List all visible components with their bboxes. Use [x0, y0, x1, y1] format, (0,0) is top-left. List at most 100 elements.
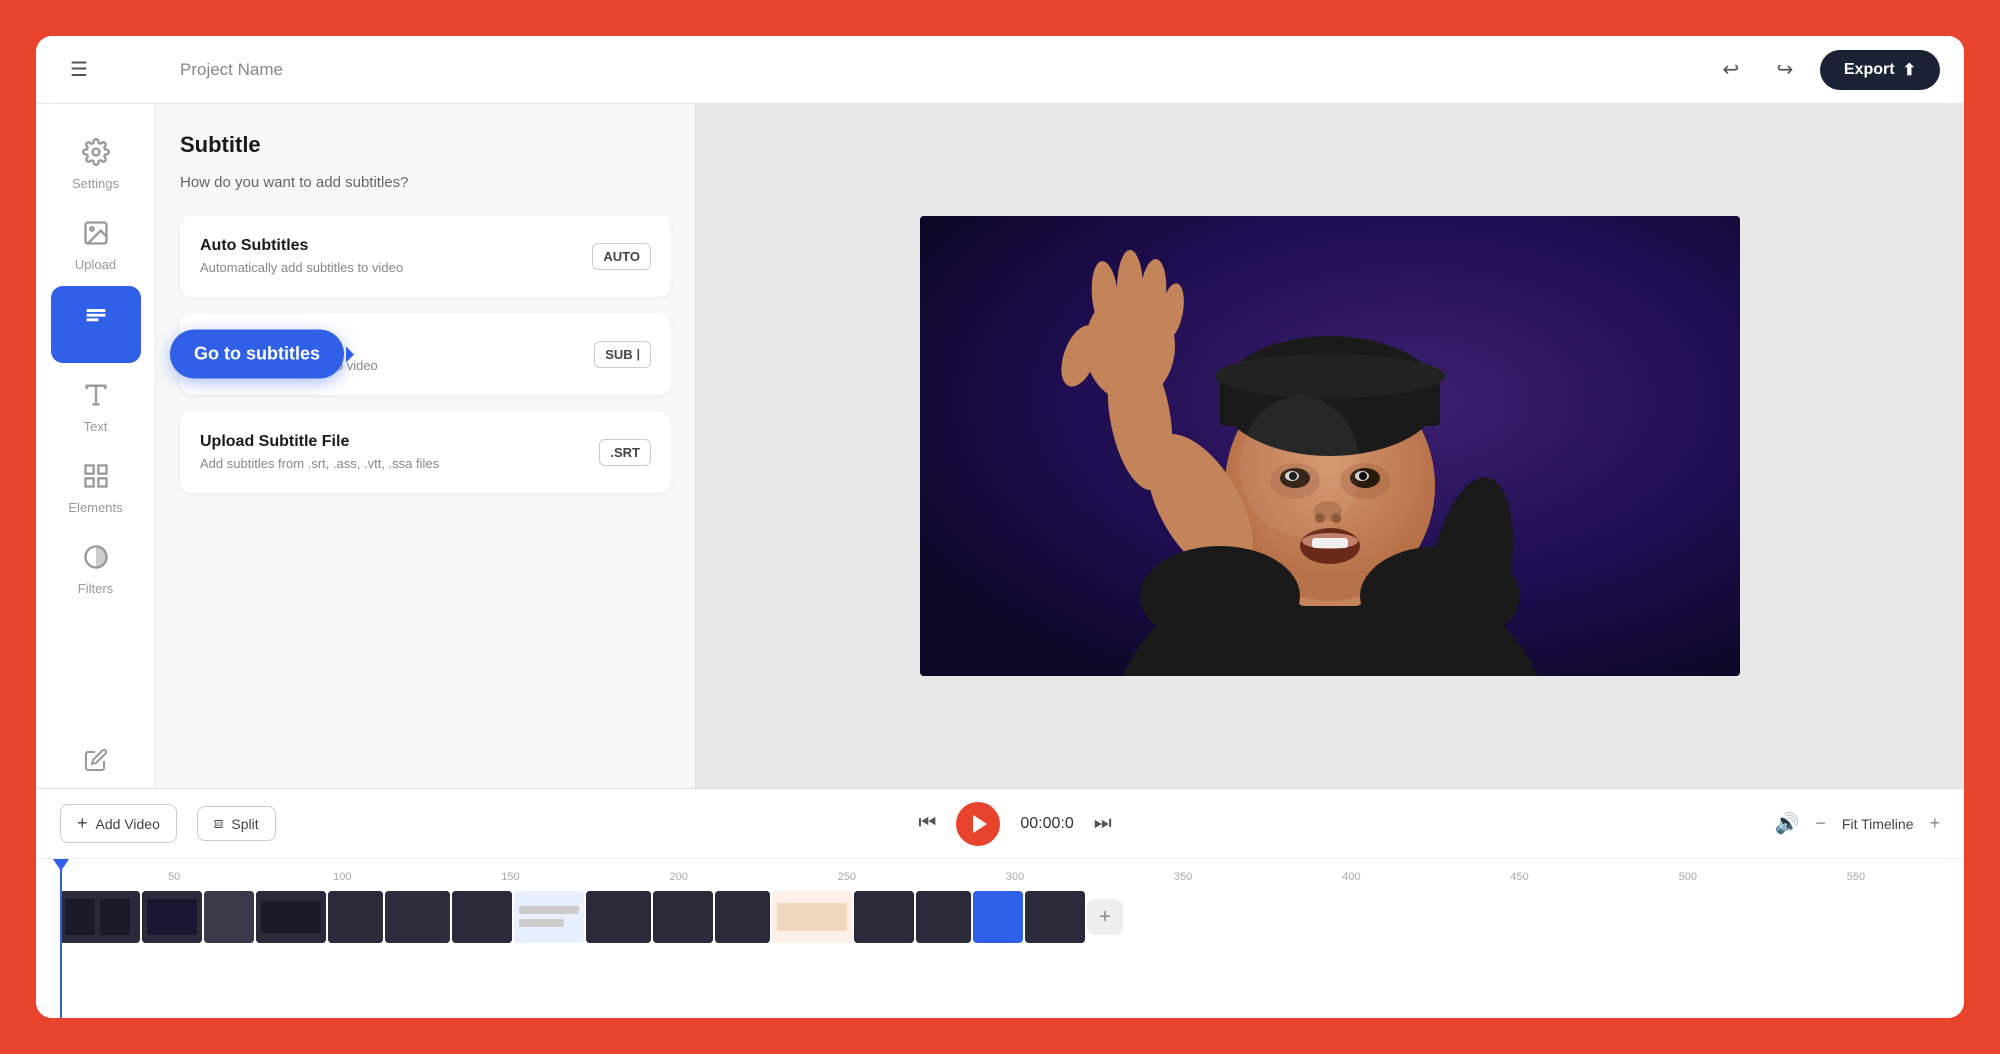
- track-thumb-8[interactable]: [514, 891, 584, 943]
- track-thumb-7[interactable]: [452, 891, 512, 943]
- timeline-area[interactable]: 50 100 150 200 250 300 350 400 450 500 5…: [36, 859, 1964, 1018]
- auto-subtitles-card[interactable]: Auto Subtitles Automatically add subtitl…: [180, 215, 671, 297]
- ruler-mark-550: 550: [1772, 871, 1940, 883]
- sidebar-item-filters-label: Filters: [78, 581, 113, 596]
- video-area: [696, 104, 1964, 788]
- track-thumb-15[interactable]: [973, 891, 1023, 943]
- auto-subtitles-badge[interactable]: AUTO: [592, 243, 651, 270]
- ruler-mark-150: 150: [426, 871, 594, 883]
- undo-icon: ↩: [1723, 57, 1740, 82]
- sidebar-item-upload[interactable]: Upload: [51, 205, 141, 282]
- sidebar-item-text[interactable]: Text: [51, 367, 141, 444]
- add-track-button[interactable]: +: [1087, 899, 1123, 935]
- sidebar-item-filters[interactable]: Filters: [51, 529, 141, 606]
- plus-icon: +: [77, 813, 88, 834]
- add-video-button[interactable]: + Add Video: [60, 804, 177, 843]
- playback-controls: ⏮ 00:00:0 ⏭: [296, 802, 1735, 846]
- auto-subtitles-description: Automatically add subtitles to video: [200, 260, 403, 275]
- track-thumb-12[interactable]: [772, 891, 852, 943]
- settings-icon: [78, 134, 114, 170]
- volume-icon[interactable]: 🔊: [1774, 811, 1799, 836]
- filters-icon: [78, 539, 114, 575]
- split-button[interactable]: ⧈ Split: [197, 806, 276, 841]
- track-thumb-2[interactable]: [142, 891, 202, 943]
- top-bar-right: ↩ ↪ Export ⬆: [1712, 50, 1940, 90]
- ruler-mark-200: 200: [595, 871, 763, 883]
- sidebar-item-settings[interactable]: Settings: [51, 124, 141, 201]
- sidebar-item-edit[interactable]: [51, 732, 141, 788]
- auto-subtitles-title: Auto Subtitles: [200, 237, 403, 255]
- track-thumb-11[interactable]: [715, 891, 770, 943]
- video-preview: [920, 216, 1740, 676]
- upload-subtitle-title: Upload Subtitle File: [200, 433, 439, 451]
- add-video-label: Add Video: [96, 816, 160, 832]
- track-thumb-14[interactable]: [916, 891, 971, 943]
- track-thumb-1[interactable]: [60, 891, 140, 943]
- edit-icon: [78, 742, 114, 778]
- project-name: Project Name: [180, 60, 1712, 80]
- ruler-mark-450: 450: [1436, 871, 1604, 883]
- track-thumb-6[interactable]: [385, 891, 450, 943]
- zoom-in-button[interactable]: +: [1929, 813, 1940, 834]
- upload-subtitle-card[interactable]: Upload Subtitle File Add subtitles from …: [180, 411, 671, 493]
- ruler-mark-100: 100: [258, 871, 426, 883]
- panel-subtitle: How do you want to add subtitles?: [180, 174, 671, 191]
- fast-forward-button[interactable]: ⏭: [1094, 812, 1112, 835]
- track-thumb-10[interactable]: [653, 891, 713, 943]
- play-button[interactable]: [956, 802, 1000, 846]
- sidebar-item-subtitles[interactable]: Subtitles: [51, 286, 141, 363]
- sidebar-item-upload-label: Upload: [75, 257, 116, 272]
- play-icon: [973, 815, 987, 833]
- goto-subtitles-text: Go to subtitles: [194, 344, 320, 364]
- top-bar-left: ☰: [60, 51, 180, 89]
- panel-title: Subtitle: [180, 132, 671, 158]
- subtitles-icon: [78, 296, 114, 332]
- controls-bar: + Add Video ⧈ Split ⏮ 00:00:0 ⏭ 🔊 − Fit …: [36, 789, 1964, 859]
- redo-icon: ↪: [1777, 57, 1794, 82]
- ruler-mark-300: 300: [931, 871, 1099, 883]
- undo-button[interactable]: ↩: [1712, 51, 1750, 89]
- manual-subtitles-badge[interactable]: SUB |: [594, 341, 651, 368]
- icon-sidebar: Settings Upload: [36, 104, 156, 788]
- bottom-section: + Add Video ⧈ Split ⏮ 00:00:0 ⏭ 🔊 − Fit …: [36, 788, 1964, 1018]
- sidebar-item-text-label: Text: [84, 419, 108, 434]
- elements-icon: [78, 458, 114, 494]
- subtitle-panel: Subtitle How do you want to add subtitle…: [156, 104, 696, 788]
- export-button[interactable]: Export ⬆: [1820, 50, 1940, 90]
- track-thumb-4[interactable]: [256, 891, 326, 943]
- rewind-button[interactable]: ⏮: [918, 812, 936, 835]
- ruler-mark-350: 350: [1099, 871, 1267, 883]
- upload-subtitle-description: Add subtitles from .srt, .ass, .vtt, .ss…: [200, 456, 439, 471]
- split-icon: ⧈: [214, 815, 224, 832]
- track-thumb-9[interactable]: [586, 891, 651, 943]
- main-content: Settings Upload: [36, 104, 1964, 788]
- video-frame: [920, 216, 1740, 676]
- sidebar-item-elements-label: Elements: [68, 500, 122, 515]
- track-thumb-13[interactable]: [854, 891, 914, 943]
- redo-button[interactable]: ↪: [1766, 51, 1804, 89]
- manual-subtitles-card[interactable]: Go to subtitles Manual Subtitles Manuall…: [180, 313, 671, 395]
- sidebar-item-subtitles-label: Subtitles: [68, 338, 123, 353]
- ruler-mark-250: 250: [763, 871, 931, 883]
- track-thumb-5[interactable]: [328, 891, 383, 943]
- export-label: Export: [1844, 61, 1895, 79]
- track-thumb-3[interactable]: [204, 891, 254, 943]
- top-bar: ☰ Project Name ↩ ↪ Export ⬆: [36, 36, 1964, 104]
- timeline-ruler: 50 100 150 200 250 300 350 400 450 500 5…: [60, 859, 1940, 887]
- cursor-icon: |: [637, 347, 640, 361]
- menu-button[interactable]: ☰: [60, 51, 98, 89]
- upload-subtitle-badge[interactable]: .SRT: [599, 439, 651, 466]
- zoom-out-button[interactable]: −: [1815, 813, 1826, 834]
- time-display: 00:00:0: [1020, 815, 1073, 833]
- goto-subtitles-tooltip[interactable]: Go to subtitles: [170, 330, 344, 379]
- track-thumb-16[interactable]: [1025, 891, 1085, 943]
- playhead-triangle: [53, 859, 69, 871]
- upload-icon: [78, 215, 114, 251]
- auto-subtitles-info: Auto Subtitles Automatically add subtitl…: [200, 237, 403, 275]
- timeline-track: +: [60, 887, 1940, 947]
- sidebar-item-elements[interactable]: Elements: [51, 448, 141, 525]
- ruler-mark-50: 50: [90, 871, 258, 883]
- text-icon: [78, 377, 114, 413]
- export-icon: ⬆: [1903, 60, 1916, 80]
- ruler-mark-400: 400: [1267, 871, 1435, 883]
